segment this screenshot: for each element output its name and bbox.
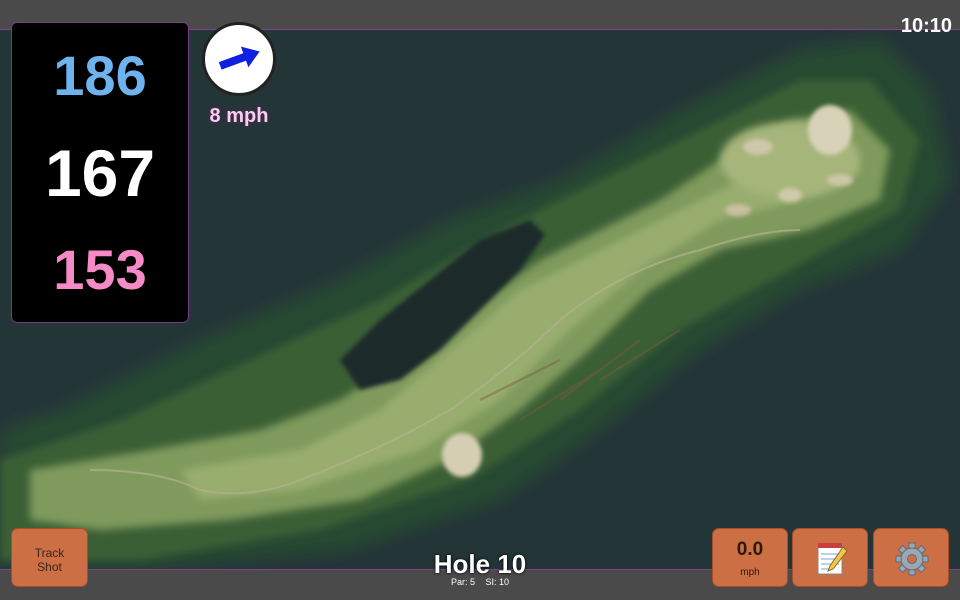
front-distance: 153: [53, 238, 147, 301]
bunker: [442, 433, 482, 477]
hole-stroke-index: SI: 10: [485, 577, 510, 587]
bunker: [778, 188, 802, 202]
wind-speed: 8 mph: [209, 105, 269, 127]
settings-button[interactable]: [873, 528, 949, 587]
wind-arrow-icon: [218, 46, 260, 70]
middle-distance: 167: [44, 136, 156, 210]
wind-indicator[interactable]: [202, 22, 276, 96]
speed-value: 0.0: [736, 539, 764, 560]
notepad-icon: [817, 543, 848, 575]
clock: 10:10: [900, 15, 952, 37]
hole-info: Par: 5 SI: 10: [380, 577, 580, 587]
bunker: [743, 139, 773, 155]
back-distance: 186: [53, 44, 147, 107]
notes-button[interactable]: [792, 528, 868, 587]
speed-button[interactable]: 0.0 mph: [712, 528, 788, 587]
hole-title: Hole 10: [433, 549, 527, 579]
bunker: [725, 204, 751, 216]
track-shot-button[interactable]: Track Shot: [11, 528, 88, 587]
bunker: [827, 174, 853, 186]
hole-par: Par: 5: [450, 577, 475, 587]
bunker: [808, 105, 852, 155]
distance-panel: 186 167 153: [11, 22, 189, 323]
track-shot-label-line1: Track: [34, 546, 65, 560]
gear-icon: [895, 542, 929, 576]
track-shot-label-line2: Shot: [37, 560, 62, 574]
speed-unit: mph: [740, 567, 760, 578]
